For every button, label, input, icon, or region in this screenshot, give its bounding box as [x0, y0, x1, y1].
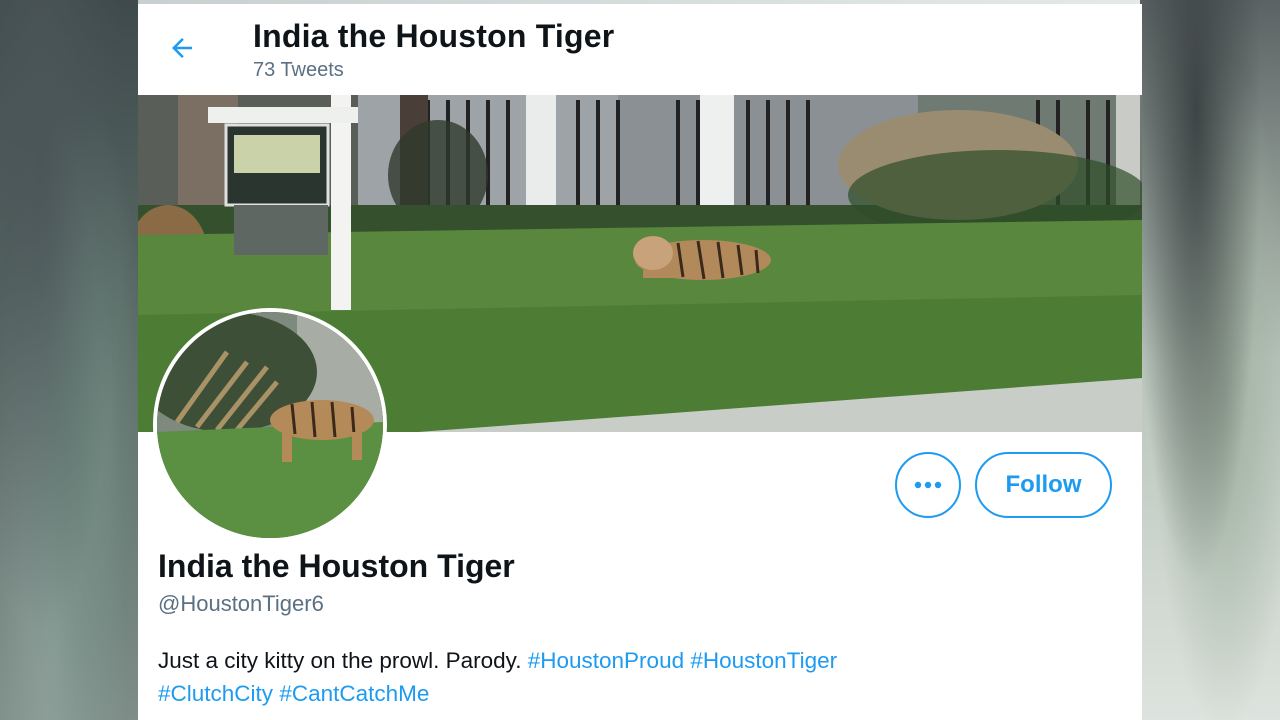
- back-button[interactable]: [162, 28, 202, 68]
- hashtag-link[interactable]: #HoustonProud: [528, 648, 684, 673]
- profile-avatar[interactable]: [153, 308, 387, 542]
- header-title: India the Houston Tiger: [253, 18, 615, 54]
- profile-header-bar: India the Houston Tiger 73 Tweets: [138, 4, 1142, 95]
- more-horizontal-icon: [914, 481, 942, 489]
- twitter-profile-panel: India the Houston Tiger 73 Tweets Follow…: [138, 4, 1142, 720]
- profile-handle: @HoustonTiger6: [158, 591, 324, 616]
- follow-button[interactable]: Follow: [975, 452, 1112, 518]
- profile-display-name: India the Houston Tiger: [158, 548, 515, 584]
- avatar-photo: [157, 312, 383, 538]
- bio-text: Just a city kitty on the prowl. Parody.: [158, 648, 528, 673]
- more-options-button[interactable]: [895, 452, 961, 518]
- hashtag-link[interactable]: #ClutchCity: [158, 681, 273, 706]
- background-right-blur: [1140, 0, 1280, 720]
- profile-bio: Just a city kitty on the prowl. Parody. …: [158, 644, 1118, 710]
- hashtag-link[interactable]: #CantCatchMe: [279, 681, 429, 706]
- background-left-blur: [0, 0, 138, 720]
- hashtag-link[interactable]: #HoustonTiger: [690, 648, 837, 673]
- arrow-left-icon: [172, 38, 192, 58]
- tweet-count: 73 Tweets: [253, 59, 344, 81]
